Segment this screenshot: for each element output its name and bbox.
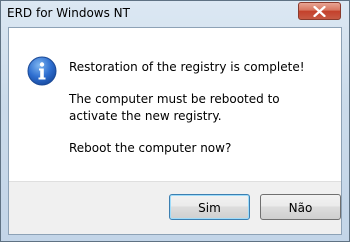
yes-button[interactable]: Sim <box>169 194 250 220</box>
window-title: ERD for Windows NT <box>7 6 130 20</box>
close-button[interactable] <box>298 2 341 20</box>
no-button[interactable]: Não <box>260 194 341 220</box>
message-line-reboot-prompt: Reboot the computer now? <box>69 141 232 155</box>
dialog-window: ERD for Windows NT Restoration of the re… <box>0 0 350 242</box>
title-bar[interactable]: ERD for Windows NT <box>1 1 349 27</box>
info-icon <box>27 56 57 86</box>
dialog-content: Restoration of the registry is complete!… <box>8 27 342 235</box>
message-line-complete: Restoration of the registry is complete! <box>69 60 305 74</box>
close-icon <box>313 6 326 17</box>
message-line-reboot-required: The computer must be rebooted to activat… <box>69 92 280 123</box>
button-bar: Sim Não <box>9 181 341 234</box>
